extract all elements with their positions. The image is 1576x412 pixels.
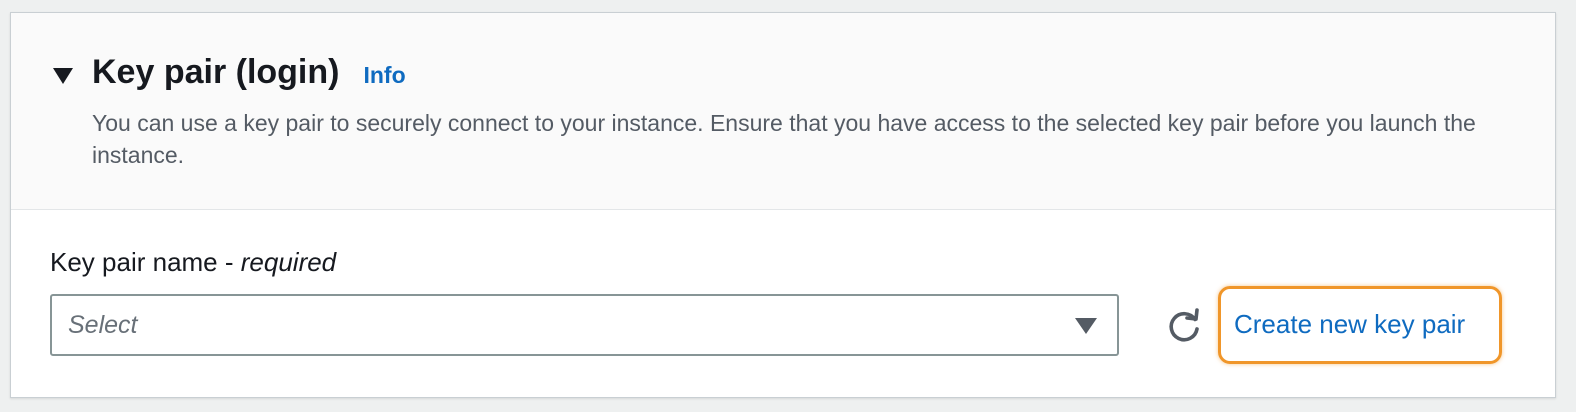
info-link[interactable]: Info	[363, 62, 405, 89]
refresh-icon[interactable]	[1165, 307, 1203, 345]
create-new-key-pair-link[interactable]: Create new key pair	[1234, 309, 1465, 340]
required-label: required	[240, 247, 337, 277]
panel-description: You can use a key pair to securely conne…	[92, 110, 1476, 168]
field-label-text: Key pair name -	[50, 247, 241, 277]
panel-title: Key pair (login)	[92, 53, 340, 91]
key-pair-name-label: Key pair name - required	[50, 247, 336, 278]
collapse-caret-icon[interactable]	[53, 68, 73, 84]
panel-header: Key pair (login) Info You can use a key …	[11, 13, 1555, 210]
create-key-pair-highlight: Create new key pair	[1218, 286, 1502, 364]
select-placeholder: Select	[68, 311, 138, 339]
key-pair-select[interactable]: Select	[50, 294, 1119, 356]
key-pair-panel: Key pair (login) Info You can use a key …	[10, 12, 1556, 398]
dropdown-caret-icon	[1075, 318, 1097, 334]
title-row: Key pair (login) Info	[92, 53, 406, 92]
